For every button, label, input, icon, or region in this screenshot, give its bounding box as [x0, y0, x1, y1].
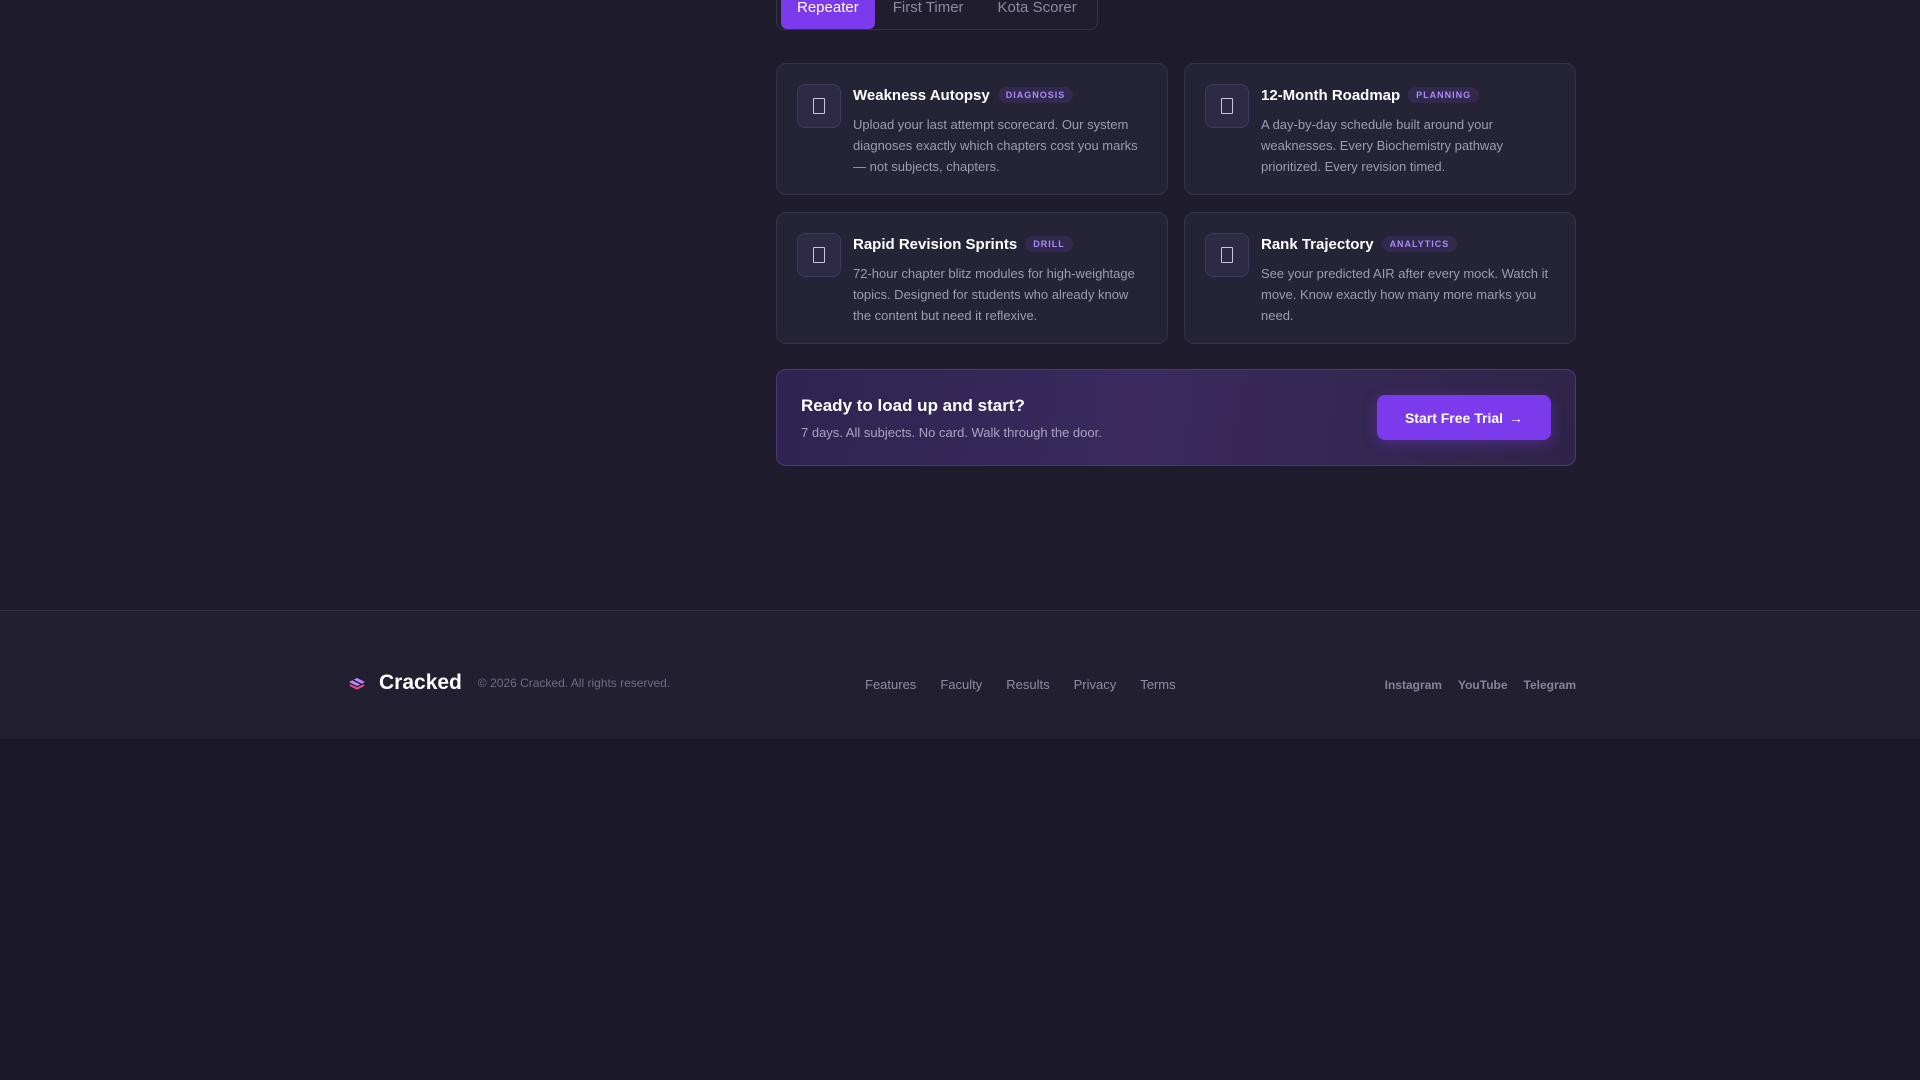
card-badge: DIAGNOSIS — [997, 87, 1074, 103]
card-description: Upload your last attempt scorecard. Our … — [853, 117, 1138, 174]
document-icon — [797, 84, 841, 128]
card-title: 12-Month Roadmap — [1261, 86, 1401, 104]
copyright: © 2026 Cracked. All rights reserved. — [477, 676, 671, 690]
footer-link-faculty[interactable]: Faculty — [940, 677, 982, 692]
card-title: Rapid Revision Sprints — [853, 235, 1018, 253]
footer-social: Instagram YouTube Telegram — [1385, 678, 1576, 692]
footer-link-results[interactable]: Results — [1006, 677, 1049, 692]
footer-link-terms[interactable]: Terms — [1140, 677, 1175, 692]
cta-title: Ready to load up and start? — [801, 395, 1025, 415]
card-title: Rank Trajectory — [1261, 235, 1374, 253]
feature-card-rapid-revision-sprints: Rapid Revision Sprints DRILL 72-hour cha… — [776, 212, 1168, 344]
main-area: Repeater First Timer Kota Scorer Weaknes… — [0, 0, 1920, 610]
feature-cards: Weakness Autopsy DIAGNOSIS Upload your l… — [776, 63, 1576, 344]
tab-first-timer[interactable]: First Timer — [877, 0, 980, 29]
card-badge: ANALYTICS — [1381, 236, 1458, 252]
brand-name[interactable]: Cracked — [379, 671, 462, 695]
feature-card-rank-trajectory: Rank Trajectory ANALYTICS See your predi… — [1184, 212, 1576, 344]
card-description: 72-hour chapter blitz modules for high-w… — [853, 266, 1135, 323]
start-free-trial-button[interactable]: Start Free Trial → — [1377, 395, 1551, 440]
tab-repeater[interactable]: Repeater — [781, 0, 875, 29]
card-badge: DRILL — [1025, 236, 1073, 252]
card-description: See your predicted AIR after every mock.… — [1261, 266, 1549, 323]
footer-link-privacy[interactable]: Privacy — [1074, 677, 1117, 692]
document-icon — [797, 233, 841, 277]
cta-subtitle: 7 days. All subjects. No card. Walk thro… — [801, 424, 1102, 440]
footer: Cracked © 2026 Cracked. All rights reser… — [0, 610, 1920, 739]
card-title: Weakness Autopsy — [853, 86, 990, 104]
footer-link-features[interactable]: Features — [865, 677, 916, 692]
cta-banner: Ready to load up and start? 7 days. All … — [776, 369, 1576, 466]
logo-icon — [349, 678, 365, 690]
social-link-youtube[interactable]: YouTube — [1458, 678, 1508, 692]
social-link-instagram[interactable]: Instagram — [1385, 678, 1442, 692]
card-badge: PLANNING — [1408, 87, 1480, 103]
learner-type-tabs: Repeater First Timer Kota Scorer — [776, 0, 1098, 30]
arrow-right-icon: → — [1509, 409, 1524, 426]
cta-text: Ready to load up and start? 7 days. All … — [801, 396, 1102, 440]
card-description: A day-by-day schedule built around your … — [1261, 117, 1504, 174]
document-icon — [1205, 84, 1249, 128]
tab-kota-scorer[interactable]: Kota Scorer — [982, 0, 1093, 29]
feature-card-weakness-autopsy: Weakness Autopsy DIAGNOSIS Upload your l… — [776, 63, 1168, 195]
button-label: Start Free Trial — [1404, 409, 1504, 426]
footer-brand: Cracked © 2026 Cracked. All rights reser… — [347, 671, 670, 695]
social-link-telegram[interactable]: Telegram — [1524, 678, 1576, 692]
document-icon — [1205, 233, 1249, 277]
footer-nav: Features Faculty Results Privacy Terms — [865, 677, 1176, 692]
feature-card-12-month-roadmap: 12-Month Roadmap PLANNING A day-by-day s… — [1184, 63, 1576, 195]
